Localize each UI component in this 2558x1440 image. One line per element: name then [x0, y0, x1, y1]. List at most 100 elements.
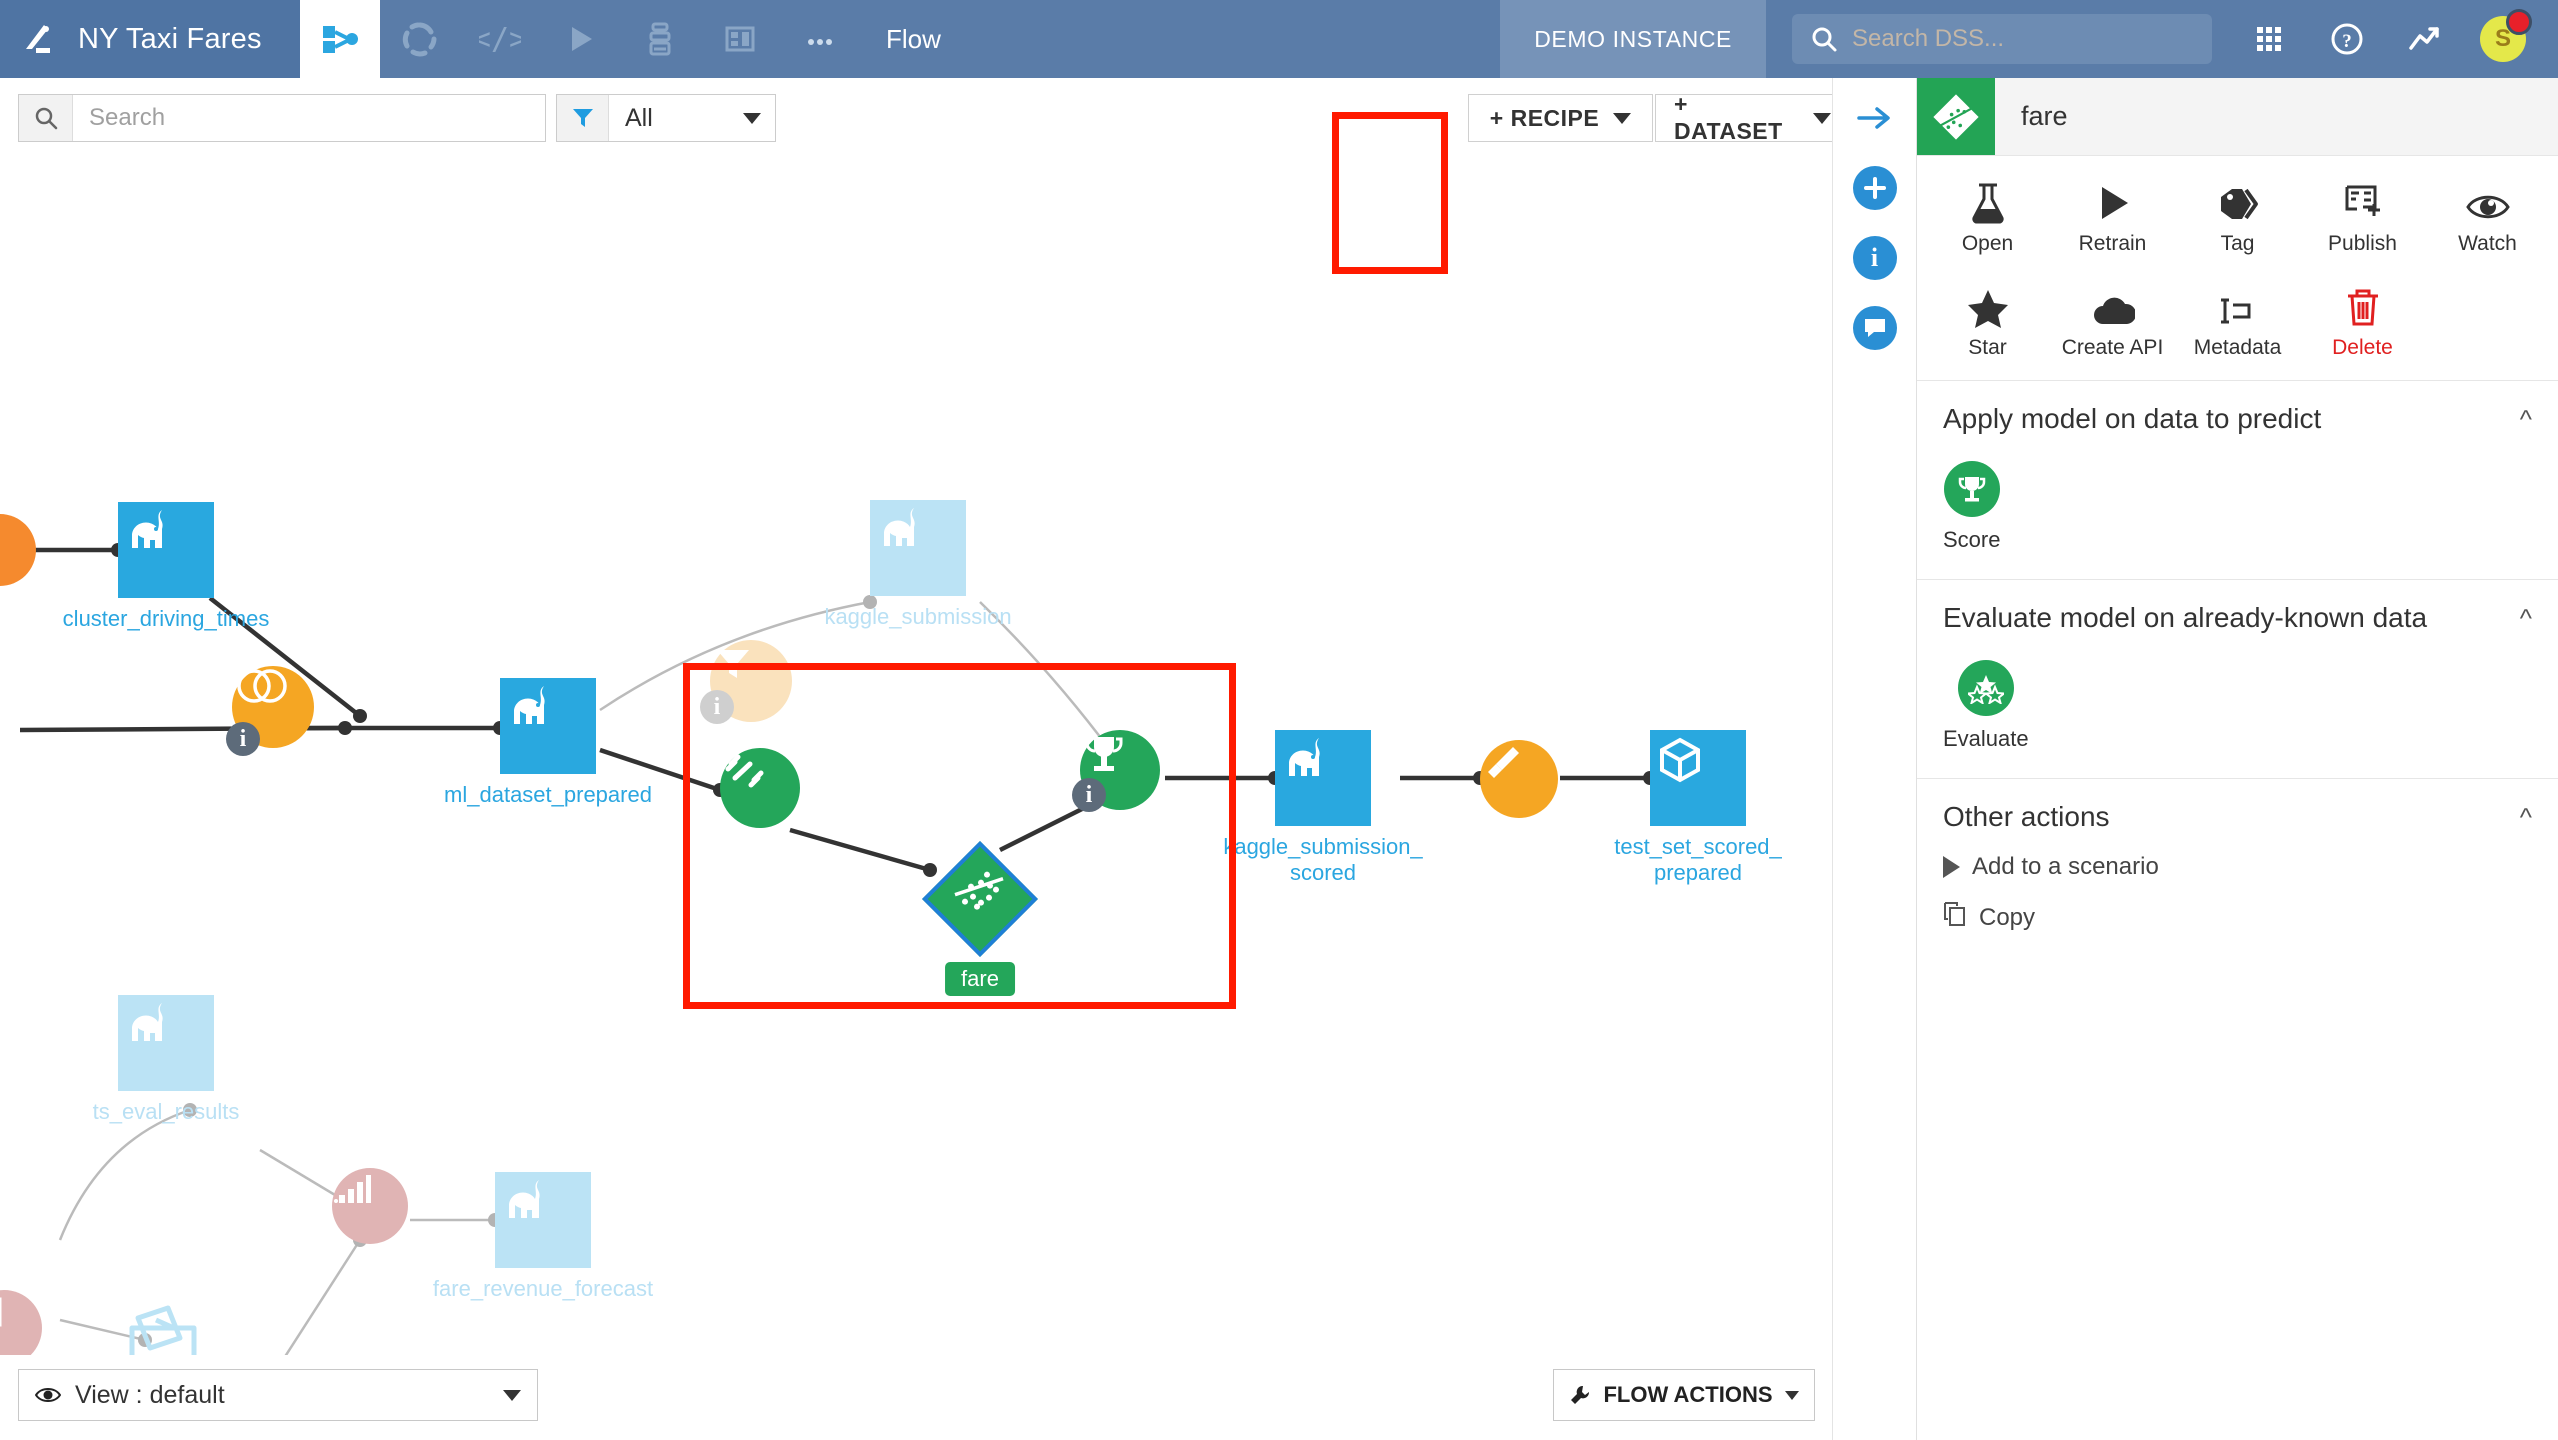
- evaluate-action-label: Evaluate: [1943, 726, 2029, 751]
- star-action[interactable]: Star: [1925, 276, 2050, 366]
- nav-flow-icon[interactable]: [300, 0, 380, 78]
- info-badge-icon[interactable]: i: [1072, 778, 1106, 812]
- publish-action[interactable]: Publish: [2300, 172, 2425, 262]
- flow-node-label: ml_dataset_prepared: [444, 782, 652, 807]
- eye-icon: [2465, 178, 2510, 224]
- flow-search-field[interactable]: Search: [18, 94, 546, 142]
- nav-code-icon[interactable]: </>: [460, 0, 540, 78]
- flow-node-recipe-prepare-offscreen[interactable]: [0, 514, 36, 586]
- copy-action[interactable]: Copy: [1943, 901, 2532, 934]
- flow-node-recipe-chart-faded[interactable]: [332, 1168, 408, 1244]
- flow-bottom-bar: View : default FLOW ACTIONS: [0, 1355, 1832, 1440]
- model-name-tag: fare: [945, 962, 1015, 996]
- global-search-input[interactable]: Search DSS...: [1792, 14, 2212, 64]
- flow-node-label: ts_eval_results: [92, 1099, 240, 1124]
- flow-node-label: fare_revenue_forecast: [432, 1276, 654, 1301]
- user-avatar[interactable]: S: [2464, 0, 2542, 78]
- section-evaluate-model-header[interactable]: Evaluate model on already-known data ^: [1943, 602, 2532, 634]
- model-icon: [922, 841, 1038, 957]
- add-recipe-button[interactable]: + RECIPE: [1468, 94, 1653, 142]
- evaluate-action[interactable]: Evaluate: [1943, 660, 2029, 752]
- managed-folder-icon: [118, 1290, 214, 1355]
- tag-action[interactable]: Tag: [2175, 172, 2300, 262]
- right-details-panel: fare Open Retrain Tag Publish Watch Star…: [1916, 78, 2558, 1440]
- chevron-up-icon[interactable]: ^: [2520, 603, 2532, 634]
- flow-filter-value-wrapper: All: [609, 95, 775, 141]
- info-circle-bg: i: [1852, 236, 1897, 280]
- trash-icon: [2344, 282, 2382, 328]
- collapse-arrow-icon[interactable]: [1849, 92, 1901, 144]
- flow-node-kaggle_submission[interactable]: kaggle_submission: [824, 500, 1012, 629]
- nav-play-icon[interactable]: [540, 0, 620, 78]
- open-action[interactable]: Open: [1925, 172, 2050, 262]
- flow-node-ts_model[interactable]: ts_model: [118, 1290, 214, 1355]
- flow-node-cluster_driving_times[interactable]: cluster_driving_times: [63, 502, 269, 631]
- view-selector[interactable]: View : default: [18, 1369, 538, 1421]
- flow-filter-dropdown[interactable]: All: [556, 94, 776, 142]
- top-right-icon-group: ? S: [2230, 0, 2558, 78]
- score-action[interactable]: Score: [1943, 461, 2000, 553]
- flow-node-kaggle_submission_scored[interactable]: kaggle_submission_ scored: [1223, 730, 1423, 885]
- add-dataset-button[interactable]: + DATASET: [1655, 91, 1850, 144]
- retrain-action[interactable]: Retrain: [2050, 172, 2175, 262]
- nav-dashboard-icon[interactable]: [700, 0, 780, 78]
- nav-notebook-icon[interactable]: [620, 0, 700, 78]
- open-action-label: Open: [1961, 232, 2014, 255]
- flow-search-placeholder: Search: [89, 104, 166, 131]
- info-circle-icon[interactable]: i: [1849, 232, 1901, 284]
- section-other-actions-header[interactable]: Other actions ^: [1943, 801, 2532, 833]
- apps-grid-icon[interactable]: [2230, 0, 2308, 78]
- dataset-icon: [118, 995, 214, 1091]
- flow-node-recipe-join[interactable]: i: [226, 666, 314, 756]
- flow-node-fare_revenue_forecast[interactable]: fare_revenue_forecast: [433, 1172, 653, 1301]
- flow-node-ts_eval_results[interactable]: ts_eval_results: [93, 995, 239, 1124]
- calendar-recipe-icon: [0, 1290, 42, 1355]
- project-tab[interactable]: NY Taxi Fares: [0, 0, 300, 78]
- metadata-icon: [2217, 282, 2259, 328]
- add-to-scenario-action[interactable]: Add to a scenario: [1943, 853, 2532, 881]
- chevron-up-icon[interactable]: ^: [2520, 404, 2532, 435]
- add-circle-icon[interactable]: [1849, 162, 1901, 214]
- chart-recipe-icon: [332, 1168, 408, 1244]
- create-api-action[interactable]: Create API: [2050, 276, 2175, 366]
- metadata-action[interactable]: Metadata: [2175, 276, 2300, 366]
- flow-actions-button[interactable]: FLOW ACTIONS: [1553, 1369, 1815, 1421]
- flow-canvas[interactable]: cluster_driving_times i ml_dataset_prepa…: [0, 150, 1832, 1355]
- flow-node-recipe-score[interactable]: i: [1072, 730, 1160, 812]
- chevron-down-icon: [743, 112, 761, 124]
- section-apply-model: Apply model on data to predict ^ Score: [1917, 380, 2558, 579]
- info-badge-icon[interactable]: i: [226, 722, 260, 756]
- section-apply-model-header[interactable]: Apply model on data to predict ^: [1943, 403, 2532, 435]
- flow-node-label: test_set_scored_ prepared: [1614, 834, 1782, 885]
- model-diamond-icon: [1917, 78, 1995, 155]
- comment-circle-icon[interactable]: [1849, 302, 1901, 354]
- info-badge-icon[interactable]: i: [700, 690, 734, 724]
- dataset-icon: [870, 500, 966, 596]
- play-icon: [2093, 178, 2133, 224]
- delete-action[interactable]: Delete: [2300, 276, 2425, 366]
- view-selector-label: View : default: [75, 1380, 225, 1409]
- flow-node-label: kaggle_submission: [824, 604, 1012, 629]
- nav-lab-loop-icon[interactable]: [380, 0, 460, 78]
- flow-node-fare-model[interactable]: fare: [920, 840, 1040, 996]
- chevron-up-icon[interactable]: ^: [2520, 802, 2532, 833]
- search-icon: [19, 95, 73, 141]
- help-icon[interactable]: ?: [2308, 0, 2386, 78]
- play-triangle-icon: [1943, 856, 1960, 878]
- nav-more-icon[interactable]: [780, 0, 860, 78]
- flask-icon: [1969, 178, 2007, 224]
- project-title: NY Taxi Fares: [78, 22, 262, 55]
- flow-node-ml_dataset_prepared[interactable]: ml_dataset_prepared: [444, 678, 652, 807]
- panel-header: fare: [1917, 78, 2558, 156]
- activity-icon[interactable]: [2386, 0, 2464, 78]
- delete-action-label: Delete: [2332, 336, 2393, 359]
- flow-node-recipe-train[interactable]: [720, 748, 800, 828]
- flow-node-recipe-prepare[interactable]: [1480, 740, 1558, 818]
- flow-node-test_set_scored_prepared[interactable]: test_set_scored_ prepared: [1614, 730, 1782, 885]
- copy-icon: [1943, 901, 1967, 934]
- flow-node-recipe-calendar-faded[interactable]: [0, 1290, 42, 1355]
- wrench-icon: [1571, 1385, 1590, 1404]
- section-evaluate-model-title: Evaluate model on already-known data: [1943, 602, 2428, 633]
- flow-node-recipe-filter-faded[interactable]: i: [700, 640, 792, 724]
- watch-action[interactable]: Watch: [2425, 172, 2550, 262]
